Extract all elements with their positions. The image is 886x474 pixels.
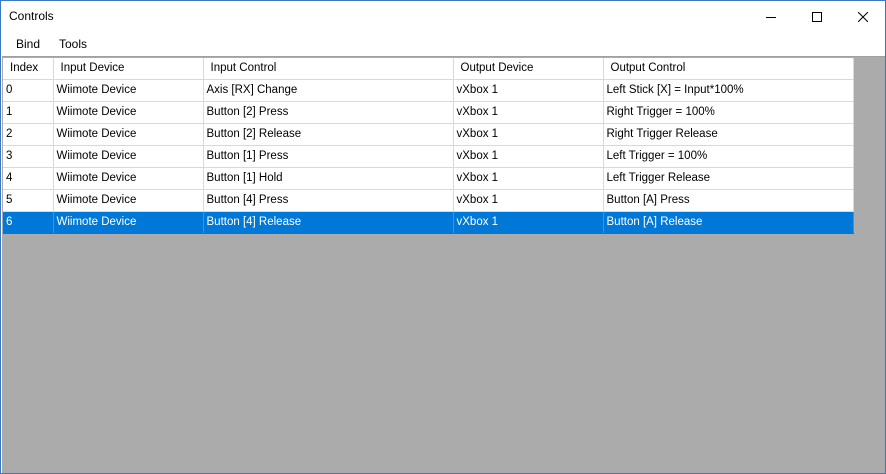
table-row[interactable]: 0 Wiimote Device Axis [RX] Change vXbox … — [3, 79, 854, 102]
controls-table: Index Input Device Input Control Output … — [3, 58, 854, 234]
cell-index: 4 — [3, 167, 54, 190]
table-row-selected[interactable]: 6 Wiimote Device Button [4] Release vXbo… — [3, 211, 854, 234]
controls-window: Controls Bind Tools Index Input Device I… — [0, 0, 886, 474]
cell-index: 2 — [3, 123, 54, 146]
cell-output-control: Button [A] Press — [603, 189, 854, 212]
cell-input-control: Button [2] Press — [203, 101, 454, 124]
column-header-index[interactable]: Index — [3, 58, 54, 80]
column-header-input-device[interactable]: Input Device — [53, 58, 204, 80]
cell-output-device: vXbox 1 — [453, 145, 604, 168]
cell-index: 5 — [3, 189, 54, 212]
cell-input-device: Wiimote Device — [53, 123, 204, 146]
cell-index: 6 — [3, 211, 54, 234]
menu-bind[interactable]: Bind — [9, 32, 47, 56]
maximize-button[interactable] — [794, 1, 840, 32]
cell-input-device: Wiimote Device — [53, 145, 204, 168]
table-row[interactable]: 2 Wiimote Device Button [2] Release vXbo… — [3, 123, 854, 146]
table-row[interactable]: 1 Wiimote Device Button [2] Press vXbox … — [3, 101, 854, 124]
cell-output-device: vXbox 1 — [453, 79, 604, 102]
title-bar[interactable]: Controls — [1, 1, 885, 32]
cell-output-control: Right Trigger = 100% — [603, 101, 854, 124]
maximize-icon — [812, 11, 822, 22]
cell-output-control: Left Trigger = 100% — [603, 145, 854, 168]
cell-index: 3 — [3, 145, 54, 168]
minimize-button[interactable] — [748, 1, 794, 32]
cell-output-control: Button [A] Release — [603, 211, 854, 234]
cell-input-device: Wiimote Device — [53, 211, 204, 234]
cell-output-device: vXbox 1 — [453, 189, 604, 212]
cell-input-control: Button [1] Press — [203, 145, 454, 168]
controls-grid[interactable]: Index Input Device Input Control Output … — [2, 56, 885, 473]
cell-input-device: Wiimote Device — [53, 189, 204, 212]
window-title: Controls — [9, 9, 54, 23]
cell-output-device: vXbox 1 — [453, 123, 604, 146]
cell-input-device: Wiimote Device — [53, 167, 204, 190]
cell-index: 0 — [3, 79, 54, 102]
cell-input-control: Button [2] Release — [203, 123, 454, 146]
close-icon — [858, 11, 868, 22]
table-row[interactable]: 4 Wiimote Device Button [1] Hold vXbox 1… — [3, 167, 854, 190]
header-row: Index Input Device Input Control Output … — [3, 58, 854, 80]
cell-output-device: vXbox 1 — [453, 167, 604, 190]
cell-output-device: vXbox 1 — [453, 211, 604, 234]
table-row[interactable]: 3 Wiimote Device Button [1] Press vXbox … — [3, 145, 854, 168]
cell-input-control: Axis [RX] Change — [203, 79, 454, 102]
cell-input-control: Button [4] Release — [203, 211, 454, 234]
cell-output-control: Left Trigger Release — [603, 167, 854, 190]
menu-bar: Bind Tools — [1, 32, 885, 56]
column-header-output-control[interactable]: Output Control — [603, 58, 854, 80]
cell-output-control: Right Trigger Release — [603, 123, 854, 146]
cell-output-control: Left Stick [X] = Input*100% — [603, 79, 854, 102]
table-row[interactable]: 5 Wiimote Device Button [4] Press vXbox … — [3, 189, 854, 212]
cell-input-device: Wiimote Device — [53, 79, 204, 102]
minimize-icon — [766, 16, 776, 18]
cell-index: 1 — [3, 101, 54, 124]
menu-tools[interactable]: Tools — [52, 32, 94, 56]
cell-input-control: Button [1] Hold — [203, 167, 454, 190]
cell-input-device: Wiimote Device — [53, 101, 204, 124]
column-header-output-device[interactable]: Output Device — [453, 58, 604, 80]
cell-output-device: vXbox 1 — [453, 101, 604, 124]
column-header-input-control[interactable]: Input Control — [203, 58, 454, 80]
close-button[interactable] — [840, 1, 886, 32]
cell-input-control: Button [4] Press — [203, 189, 454, 212]
